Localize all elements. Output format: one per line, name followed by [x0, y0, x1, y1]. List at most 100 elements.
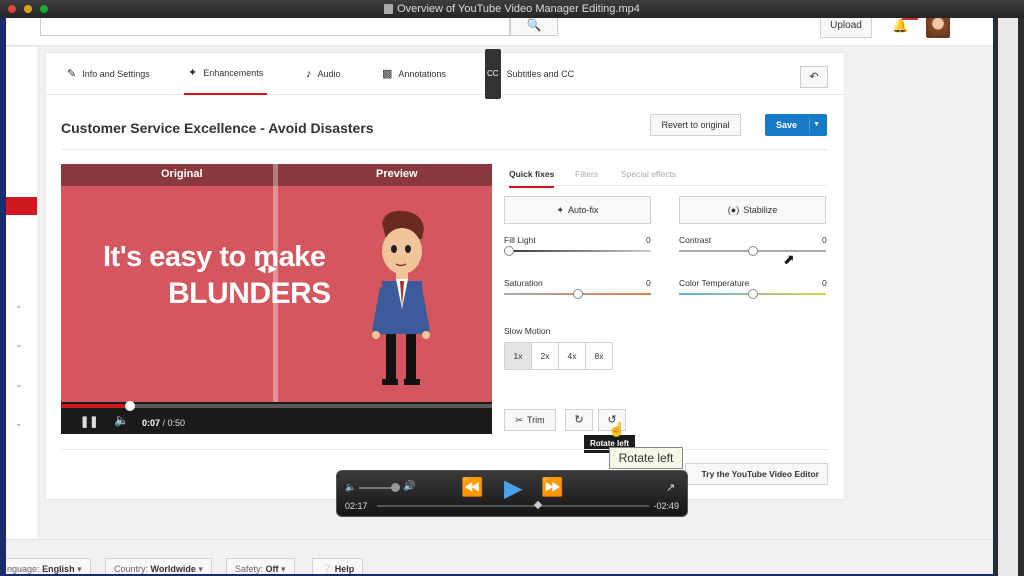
video-overlay-text: It's easy to make — [103, 241, 326, 273]
slow-motion-group: 1x 2x 4x 8x — [504, 342, 613, 370]
file-icon — [384, 4, 394, 14]
video-progress-knob[interactable] — [124, 401, 135, 411]
chevron-down-icon[interactable]: ⌄ — [15, 300, 23, 311]
saturation-knob[interactable] — [572, 289, 583, 299]
chevron-down-icon[interactable]: ⌄ — [15, 379, 23, 390]
contrast-knob[interactable] — [747, 246, 758, 256]
player-scrubber-knob[interactable] — [533, 500, 542, 510]
caret-down-icon: ▾ — [281, 564, 286, 574]
video-overlay-text-2: BLUNDERS — [168, 277, 331, 310]
tab-enhancements[interactable]: ✦ Enhancements — [184, 53, 268, 95]
rewind-icon[interactable]: ⏪ — [461, 477, 483, 498]
volume-high-icon[interactable]: 🔊 — [403, 481, 415, 492]
contrast-value: 0 — [822, 235, 827, 245]
language-selector[interactable]: nguage: English ▾ — [6, 558, 91, 574]
video-progress-fill — [61, 404, 130, 408]
country-selector[interactable]: Country: Worldwide ▾ — [105, 558, 212, 574]
revert-button[interactable]: Revert to original — [650, 114, 741, 136]
split-arrows-icon[interactable]: ◀ ▶ — [257, 262, 277, 275]
search-icon: 🔍 — [526, 18, 542, 32]
back-button[interactable]: ↶ — [800, 66, 828, 88]
speech-bubble-icon: ▩ — [382, 68, 393, 80]
chevron-down-icon[interactable]: ⌄ — [15, 339, 23, 350]
player-scrubber[interactable] — [377, 505, 649, 507]
avatar[interactable] — [926, 18, 950, 38]
scrollbar[interactable] — [998, 18, 1018, 576]
original-label: Original — [161, 168, 203, 180]
preview-label: Preview — [376, 168, 418, 180]
bell-icon[interactable]: 🔔 — [892, 18, 908, 34]
save-button[interactable]: Save ▼ — [765, 114, 827, 136]
tab-annotations[interactable]: ▩ Annotations — [378, 53, 450, 95]
volume-knob[interactable] — [391, 483, 400, 492]
color-temp-knob[interactable] — [747, 289, 758, 299]
arrow-cursor-icon: ⬈ — [783, 251, 795, 267]
color-temp-value: 0 — [822, 278, 827, 288]
enhancement-subtabs: Quick fixes Filters Special effects — [504, 164, 828, 188]
try-video-editor-button[interactable]: Try the YouTube Video Editor — [685, 463, 828, 485]
caret-down-icon[interactable]: ▼ — [813, 114, 820, 136]
minimize-window-button[interactable] — [24, 5, 32, 13]
safety-selector[interactable]: Safety: Off ▾ — [226, 558, 295, 574]
search-button[interactable]: 🔍 — [510, 18, 558, 36]
speed-4x-button[interactable]: 4x — [558, 342, 586, 370]
play-icon[interactable]: ▶ — [504, 474, 522, 503]
split-handle[interactable] — [273, 164, 278, 402]
fill-light-knob[interactable] — [504, 246, 514, 256]
speed-2x-button[interactable]: 2x — [531, 342, 559, 370]
right-scroll-strip — [994, 18, 1024, 576]
tab-subtitles[interactable]: CC Subtitles and CC — [481, 49, 578, 99]
saturation-slider[interactable] — [504, 289, 651, 299]
stabilize-button[interactable]: (●) Stabilize — [679, 196, 826, 224]
pause-icon[interactable]: ❚❚ — [80, 415, 98, 428]
color-temp-slider[interactable] — [679, 289, 826, 299]
hand-cursor-icon: ☝ — [608, 421, 626, 437]
help-button[interactable]: ❔ Help — [312, 558, 364, 574]
upload-button[interactable]: Upload — [820, 18, 872, 38]
divider — [61, 149, 829, 150]
footer: nguage: English ▾ Country: Worldwide ▾ S… — [6, 539, 993, 574]
subtab-quick-fixes[interactable]: Quick fixes — [509, 169, 555, 188]
zoom-window-button[interactable] — [40, 5, 48, 13]
saturation-value: 0 — [646, 278, 651, 288]
rotate-right-icon: ↻ — [574, 414, 584, 426]
speed-8x-button[interactable]: 8x — [585, 342, 613, 370]
contrast-slider[interactable] — [679, 246, 826, 256]
video-time: 0:07 / 0:50 — [142, 418, 186, 428]
video-progress-bar[interactable] — [61, 401, 492, 411]
fast-forward-icon[interactable]: ⏩ — [541, 477, 563, 498]
subtab-filters[interactable]: Filters — [575, 169, 598, 179]
video-title: Customer Service Excellence - Avoid Disa… — [61, 120, 374, 136]
editor-panel: ✎ Info and Settings ✦ Enhancements ♪ Aud… — [45, 49, 845, 500]
caret-down-icon: ▾ — [198, 564, 203, 574]
editor-tabs: ✎ Info and Settings ✦ Enhancements ♪ Aud… — [46, 49, 844, 99]
subtab-special-effects[interactable]: Special effects — [621, 169, 676, 179]
chevron-down-icon[interactable]: ⌄ — [15, 418, 23, 429]
search-input[interactable] — [40, 18, 510, 36]
share-icon[interactable]: ↗ — [666, 481, 675, 494]
media-player-controls: 🔈 🔊 ⏪ ▶ ⏩ ↗ 02:17 -02:49 — [336, 470, 688, 517]
tab-audio[interactable]: ♪ Audio — [302, 53, 345, 95]
trim-button[interactable]: ✂ Trim — [504, 409, 556, 431]
autofix-button[interactable]: ✦ Auto-fix — [504, 196, 651, 224]
fill-light-slider[interactable] — [504, 246, 651, 256]
close-window-button[interactable] — [8, 5, 16, 13]
speed-1x-button[interactable]: 1x — [504, 342, 532, 370]
window-titlebar: Overview of YouTube Video Manager Editin… — [0, 0, 1024, 18]
magic-wand-icon: ✦ — [188, 67, 198, 79]
volume-low-icon[interactable]: 🔈 — [345, 482, 356, 493]
volume-icon[interactable]: 🔈 — [114, 413, 129, 427]
saturation-label: Saturation — [504, 278, 543, 288]
video-player[interactable]: Original Preview It's easy to make BLUND… — [61, 164, 492, 434]
back-arrow-icon: ↶ — [809, 71, 819, 83]
tab-info-settings[interactable]: ✎ Info and Settings — [63, 53, 154, 95]
rotate-right-button[interactable]: ↻ — [565, 409, 593, 431]
player-elapsed: 02:17 — [345, 501, 368, 511]
fill-light-label: Fill Light — [504, 235, 536, 245]
sidebar-active-item[interactable] — [6, 197, 37, 215]
save-divider — [809, 117, 810, 133]
window-title: Overview of YouTube Video Manager Editin… — [397, 3, 640, 15]
cartoon-character — [372, 210, 430, 385]
player-remaining: -02:49 — [653, 501, 679, 511]
pencil-icon: ✎ — [67, 68, 77, 80]
